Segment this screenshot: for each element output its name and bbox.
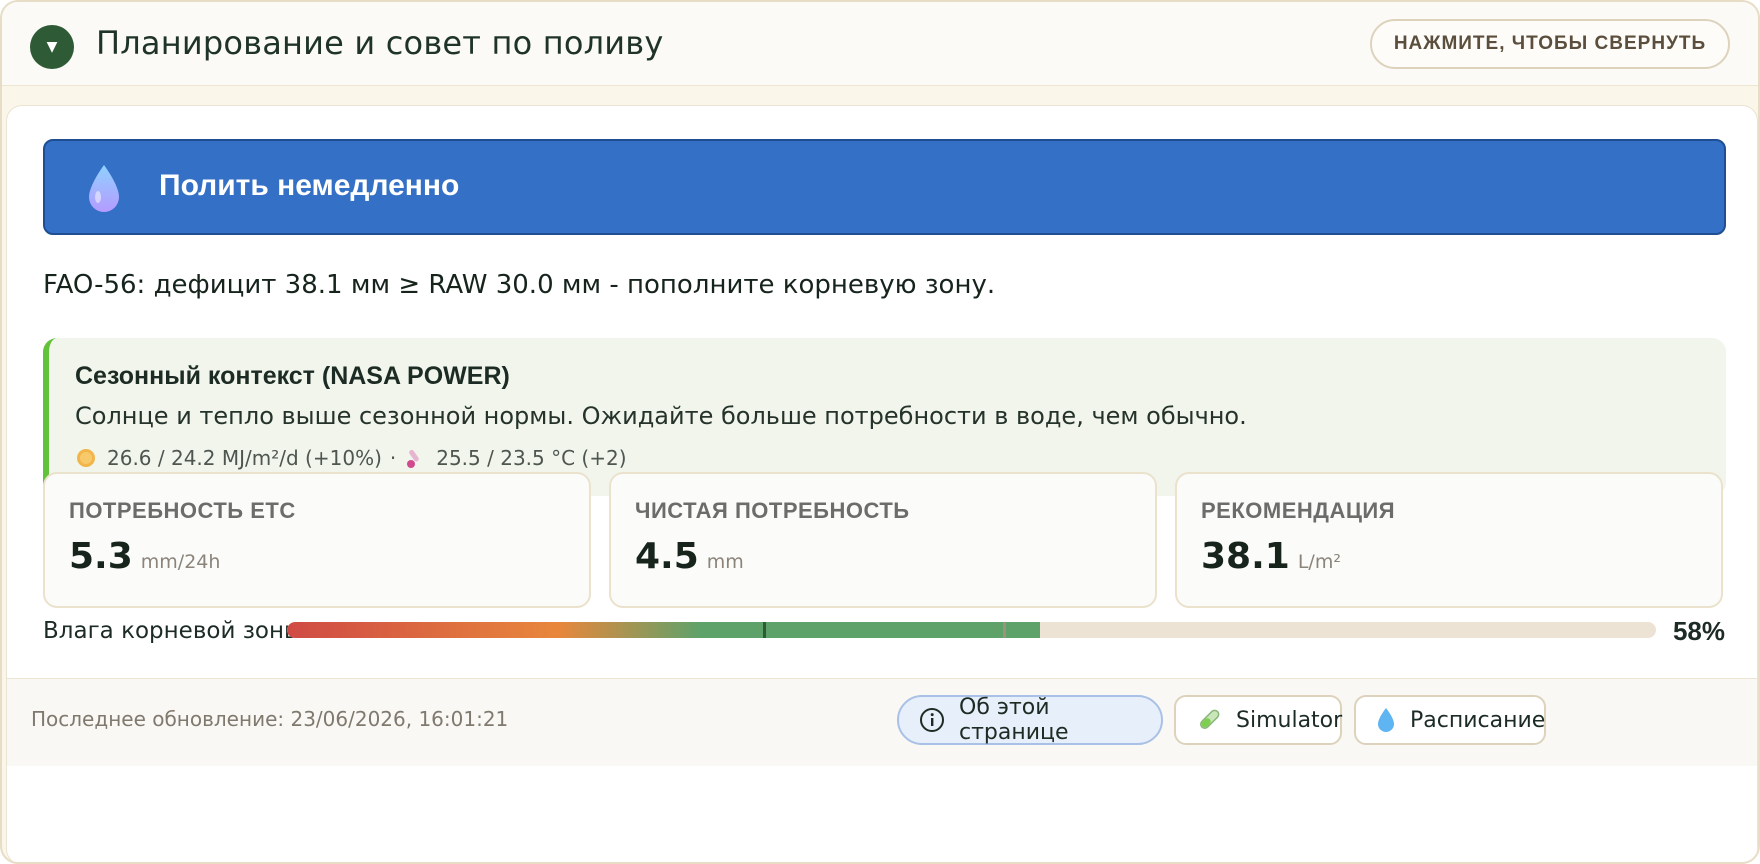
stat-value: 5.3 mm/24h xyxy=(69,536,220,577)
moisture-marker-raw xyxy=(763,622,767,638)
info-icon xyxy=(919,707,945,733)
stat-card-net-need: ЧИСТАЯ ПОТРЕБНОСТЬ 4.5 mm xyxy=(609,472,1157,608)
season-title: Сезонный контекст (NASA POWER) xyxy=(75,362,510,390)
stat-value: 38.1 L/m² xyxy=(1201,536,1341,577)
metrics-separator: · xyxy=(389,446,397,470)
moisture-bar-fill xyxy=(287,622,1040,638)
stat-unit: mm/24h xyxy=(140,551,221,573)
moisture-percent: 58% xyxy=(1672,616,1725,646)
stat-card-recommendation: РЕКОМЕНДАЦИЯ 38.1 L/m² xyxy=(1175,472,1723,608)
stat-label: ПОТРЕБНОСТЬ ETC xyxy=(69,498,296,523)
fao-message: FAO-56: дефицит 38.1 мм ≥ RAW 30.0 мм - … xyxy=(43,270,996,300)
stat-label: РЕКОМЕНДАЦИЯ xyxy=(1201,498,1396,523)
temperature-value: 25.5 / 23.5 °C (+2) xyxy=(436,446,627,470)
sun-icon xyxy=(77,449,95,467)
water-drop-icon xyxy=(89,165,119,212)
test-tube-icon xyxy=(1196,707,1222,733)
advice-card: Полить немедленно FAO-56: дефицит 38.1 м… xyxy=(6,105,1758,862)
schedule-button[interactable]: Расписание xyxy=(1354,695,1546,745)
simulator-button-label: Simulator xyxy=(1236,707,1343,733)
moisture-label: Влага корневой зоны xyxy=(43,618,303,644)
about-button-label: Об этой странице xyxy=(959,695,1069,745)
collapse-chevron-icon[interactable]: ▼ xyxy=(30,25,74,69)
watering-alert: Полить немедленно xyxy=(43,139,1726,235)
stat-number: 38.1 xyxy=(1201,536,1290,577)
last-update-text: Последнее обновление: 23/06/2026, 16:01:… xyxy=(31,707,509,731)
stat-label: ЧИСТАЯ ПОТРЕБНОСТЬ xyxy=(635,498,910,523)
stat-number: 5.3 xyxy=(69,536,133,577)
card-footer: Последнее обновление: 23/06/2026, 16:01:… xyxy=(7,678,1757,766)
about-page-button[interactable]: Об этой странице xyxy=(897,695,1163,745)
stat-unit: L/m² xyxy=(1297,551,1341,573)
solar-value: 26.6 / 24.2 MJ/m²/d (+10%) xyxy=(107,446,382,470)
moisture-marker-fc xyxy=(1002,622,1006,638)
stat-value: 4.5 mm xyxy=(635,536,744,577)
stat-unit: mm xyxy=(706,551,744,573)
season-description: Солнце и тепло выше сезонной нормы. Ожид… xyxy=(75,402,1247,430)
panel-header[interactable]: ▼ Планирование и совет по поливу НАЖМИТЕ… xyxy=(2,2,1758,86)
stat-number: 4.5 xyxy=(635,536,699,577)
water-drop-icon xyxy=(1376,707,1396,733)
simulator-button[interactable]: Simulator xyxy=(1174,695,1342,745)
schedule-button-label: Расписание xyxy=(1410,707,1546,733)
panel-title: Планирование и совет по поливу xyxy=(96,24,664,62)
season-metrics: 26.6 / 24.2 MJ/m²/d (+10%) · 25.5 / 23.5… xyxy=(75,446,627,470)
alert-text: Полить немедленно xyxy=(159,169,460,202)
thermometer-icon xyxy=(407,449,420,468)
moisture-bar xyxy=(287,622,1656,638)
stat-card-etc: ПОТРЕБНОСТЬ ETC 5.3 mm/24h xyxy=(43,472,591,608)
irrigation-panel: ▼ Планирование и совет по поливу НАЖМИТЕ… xyxy=(0,0,1760,864)
collapse-button[interactable]: НАЖМИТЕ, ЧТОБЫ СВЕРНУТЬ xyxy=(1370,19,1730,69)
